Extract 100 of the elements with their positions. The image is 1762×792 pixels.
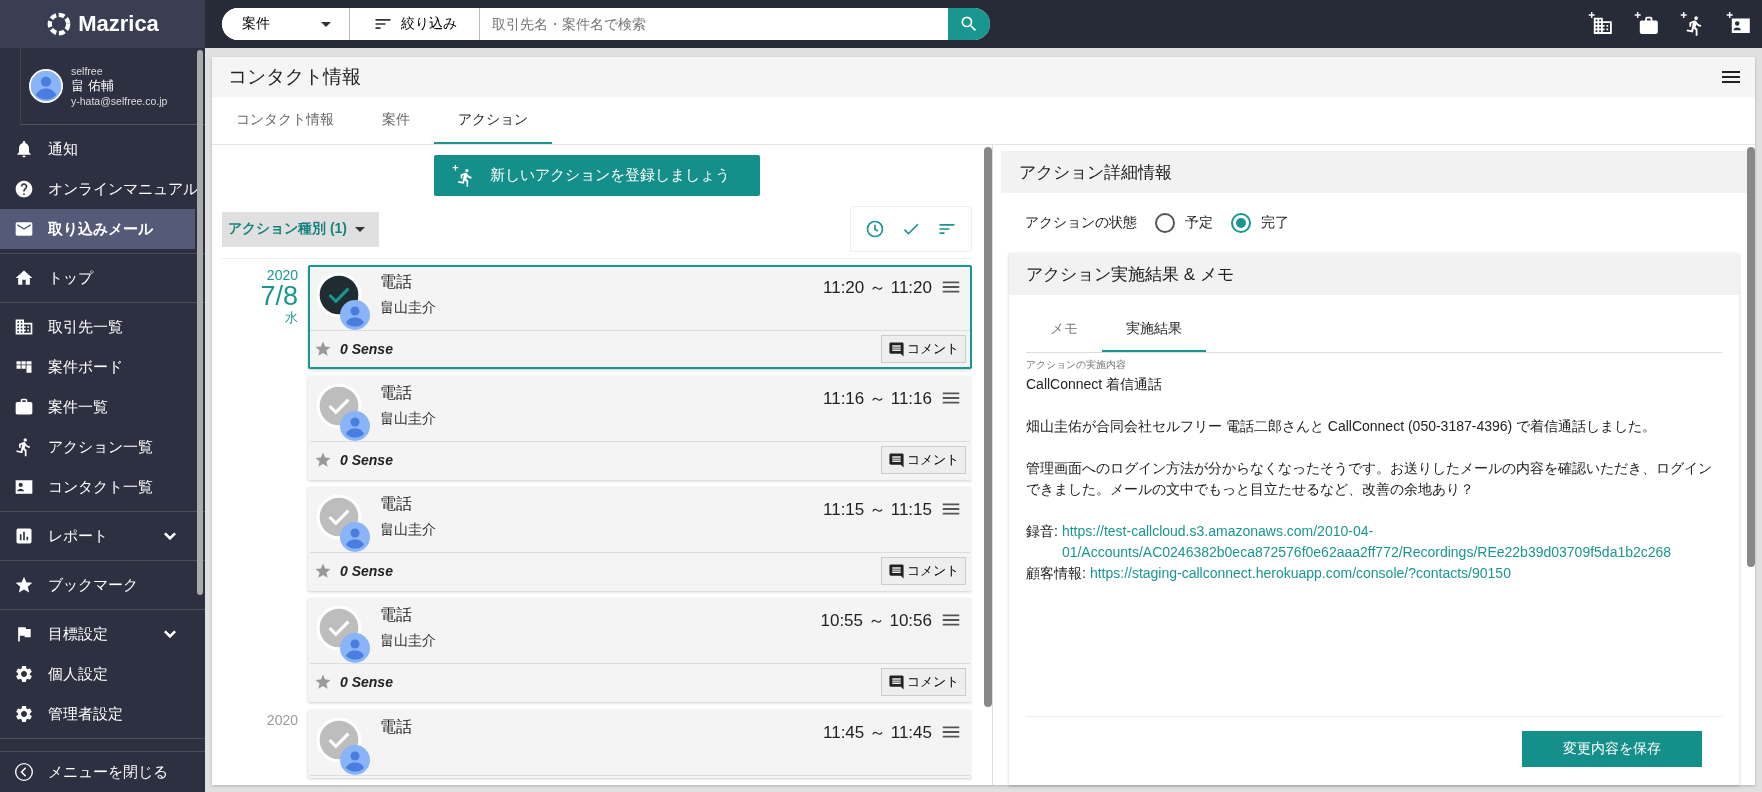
action-type-filter[interactable]: アクション種別 (1) [222, 211, 379, 247]
briefcase-plus-icon[interactable] [1634, 11, 1660, 37]
avatar-icon [29, 69, 63, 103]
page-tab[interactable]: アクション [434, 97, 552, 144]
building-plus-icon[interactable] [1588, 11, 1614, 37]
star-icon[interactable] [314, 562, 332, 580]
action-card[interactable]: 電話 畠山圭介 11:15 ～ 11:15 0 Sense コメント [308, 487, 972, 591]
bell-icon [14, 139, 34, 159]
logo-text: Mazrica [78, 11, 159, 37]
section-header: アクション詳細情報 [1001, 151, 1747, 193]
comment-icon [888, 673, 905, 691]
sidebar-item[interactable]: ブックマーク [0, 565, 195, 605]
avatar-icon [340, 633, 370, 663]
action-card[interactable]: 電話 11:45 ～ 11:45 [308, 710, 972, 778]
action-person: 畠山圭介 [380, 410, 437, 428]
sidebar-item[interactable]: 目標設定 [0, 614, 195, 654]
action-card[interactable]: 電話 畠山圭介 11:16 ～ 11:16 0 Sense コメント [308, 376, 972, 480]
action-title: 電話 [380, 383, 413, 403]
sidebar-item[interactable]: オンラインマニュアル [0, 169, 195, 209]
avatar-icon [340, 411, 370, 441]
contact-card-icon [14, 477, 34, 497]
sidebar-item[interactable]: 個人設定 [0, 654, 195, 694]
comment-button[interactable]: コメント [881, 446, 966, 474]
user-name: 畠 佑輔 [71, 77, 115, 95]
page-tab[interactable]: コンタクト情報 [212, 97, 358, 144]
sense-count: 0 Sense [340, 674, 394, 690]
search-icon [959, 14, 979, 34]
briefcase-icon [14, 397, 34, 417]
save-button[interactable]: 変更内容を保存 [1522, 731, 1702, 767]
action-person: 畠山圭介 [380, 299, 437, 317]
user-org: selfree [71, 65, 104, 77]
sense-count: 0 Sense [340, 563, 394, 579]
result-summary: CallConnect 着信通話 [1026, 375, 1164, 394]
sidebar-item[interactable]: レポート [0, 516, 195, 556]
comment-button[interactable]: コメント [881, 335, 966, 363]
sense-count: 0 Sense [340, 341, 394, 357]
building-icon [14, 317, 34, 337]
action-card[interactable]: 電話 畠山圭介 10:55 ～ 10:56 0 Sense コメント [308, 598, 972, 702]
action-person: 畠山圭介 [380, 521, 437, 539]
search-bar[interactable]: 案件 絞り込み 取引先名・案件名で検索 [222, 8, 990, 40]
bar-chart-icon [14, 526, 34, 546]
comment-button[interactable]: コメント [881, 668, 966, 696]
comment-icon [888, 340, 905, 358]
mail-icon [14, 219, 34, 239]
user-email: y-hata@selfree.co.jp [71, 95, 168, 107]
clock-icon[interactable] [865, 219, 885, 239]
date-day: 7/8 [260, 283, 298, 309]
section-header: アクション実施結果 & メモ [1009, 253, 1739, 295]
action-person: 畠山圭介 [380, 632, 437, 650]
sidebar-item[interactable]: 案件一覧 [0, 387, 195, 427]
comment-icon [888, 451, 905, 469]
date-weekday: 水 [285, 309, 298, 327]
home-icon [14, 268, 34, 288]
result-paragraph: 畑山圭佑が合同会社セルフリー 電話二郎さんと CallConnect (050-3187-4396) で着信通話しました。 [1026, 417, 1658, 436]
status-radio[interactable]: 予定 [1155, 213, 1213, 233]
caret-icon [321, 21, 331, 27]
scrollbar[interactable] [984, 147, 992, 707]
help-icon [14, 179, 34, 199]
sidebar-item[interactable]: 案件ボード [0, 347, 195, 387]
result-tab[interactable]: メモ [1026, 307, 1102, 352]
sidebar-item[interactable]: コンタクト一覧 [0, 467, 195, 507]
link-label: 顧客情報: [1026, 564, 1086, 583]
back-circle-icon [14, 762, 34, 782]
sidebar-item[interactable]: 取引先一覧 [0, 307, 195, 347]
date-year: 2020 [266, 267, 298, 283]
sidebar-item[interactable]: 通知 [0, 129, 195, 169]
avatar-icon [340, 300, 370, 330]
user-gear-icon [14, 664, 34, 684]
link-label: 録音: [1026, 522, 1058, 541]
action-time: 11:45 ～ 11:45 [823, 722, 932, 744]
star-icon[interactable] [314, 340, 332, 358]
caret-icon [355, 226, 365, 232]
result-paragraph: 管理画面へのログイン方法が分からなくなったそうです。お送りしたメールの内容を確認いただき、ログインできました。メールの文中でもっと目立たせるなど、改善の余地あり？ [1026, 459, 1713, 499]
star-icon[interactable] [314, 451, 332, 469]
url-link[interactable]: https://staging-callconnect.herokuapp.com/console/?contacts/90150 [1089, 563, 1722, 584]
star-icon [14, 575, 34, 595]
sidebar-item[interactable]: トップ [0, 258, 195, 298]
sidebar-item[interactable]: 取り込みメール [0, 209, 195, 249]
star-icon[interactable] [314, 673, 332, 691]
action-title: 電話 [380, 272, 413, 292]
action-title: 電話 [380, 494, 413, 514]
status-radio[interactable]: 完了 [1231, 213, 1289, 233]
logo-ring-icon [46, 11, 73, 37]
search-button[interactable] [948, 8, 990, 40]
action-card[interactable]: 電話 畠山圭介 11:20 ～ 11:20 0 Sense コメント [308, 265, 972, 369]
page-title: コンタクト情報 [228, 65, 361, 89]
scope-dropdown[interactable]: 案件 [222, 8, 350, 40]
sidebar-item[interactable]: 管理者設定 [0, 694, 195, 734]
field-label: アクションの実施内容 [1026, 358, 1127, 372]
action-title: 電話 [380, 605, 413, 625]
result-tab[interactable]: 実施結果 [1102, 307, 1206, 352]
avatar-icon [340, 745, 370, 775]
sense-count: 0 Sense [340, 452, 394, 468]
action-time: 11:20 ～ 11:20 [823, 277, 932, 299]
new-action-button[interactable]: 新しいアクションを登録しましょう [434, 155, 760, 196]
scrollbar[interactable] [1747, 147, 1755, 567]
comment-button[interactable]: コメント [881, 557, 966, 585]
avatar-icon [340, 522, 370, 552]
sidebar-item[interactable]: アクション一覧 [0, 427, 195, 467]
page-tab[interactable]: 案件 [358, 97, 434, 144]
